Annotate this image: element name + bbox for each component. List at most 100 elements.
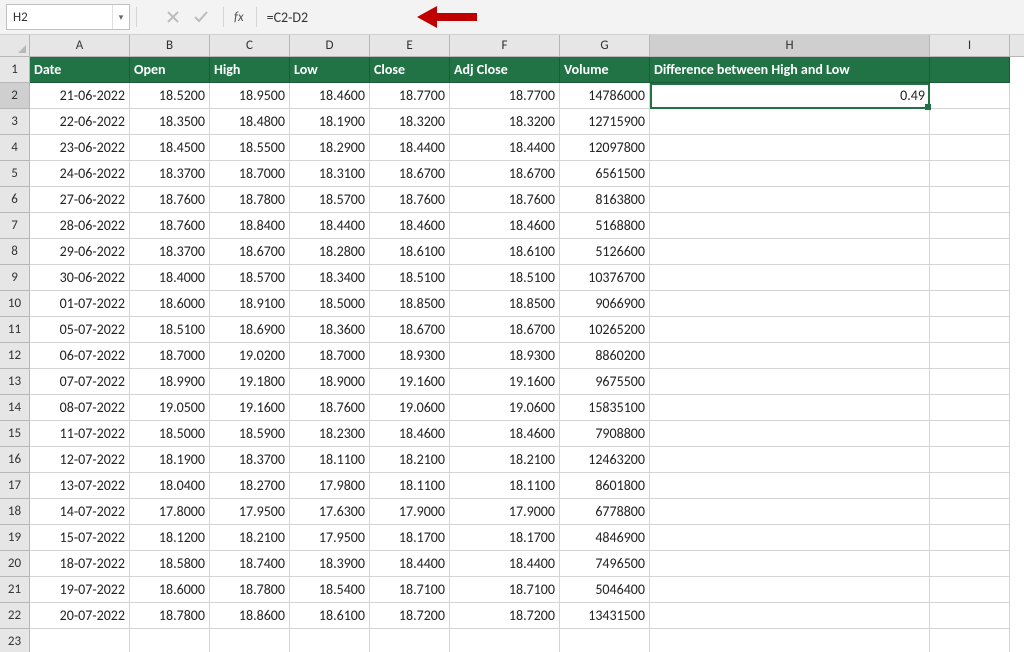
cell-I9[interactable] [930, 265, 1010, 291]
cell-G5[interactable]: 6561500 [560, 161, 650, 187]
name-box[interactable]: H2 ▾ [6, 4, 130, 30]
row-header-18[interactable]: 18 [0, 499, 29, 525]
cell-B13[interactable]: 18.9900 [130, 369, 210, 395]
cell-C7[interactable]: 18.8400 [210, 213, 290, 239]
cell-E3[interactable]: 18.3200 [370, 109, 450, 135]
cell-F22[interactable]: 18.7200 [450, 603, 560, 629]
cell-H12[interactable] [650, 343, 930, 369]
cell-A11[interactable]: 05-07-2022 [30, 317, 130, 343]
cell-B15[interactable]: 18.5000 [130, 421, 210, 447]
row-header-12[interactable]: 12 [0, 343, 29, 369]
cell-C15[interactable]: 18.5900 [210, 421, 290, 447]
cell-G21[interactable]: 5046400 [560, 577, 650, 603]
cell-H10[interactable] [650, 291, 930, 317]
cell-I16[interactable] [930, 447, 1010, 473]
cell-I23[interactable] [930, 629, 1010, 652]
cell-G6[interactable]: 8163800 [560, 187, 650, 213]
cell-D2[interactable]: 18.4600 [290, 83, 370, 109]
fx-label[interactable]: fx [234, 10, 244, 25]
row-header-2[interactable]: 2 [0, 83, 29, 109]
col-header-E[interactable]: E [370, 35, 450, 56]
cell-H14[interactable] [650, 395, 930, 421]
cell-H8[interactable] [650, 239, 930, 265]
cell-G7[interactable]: 5168800 [560, 213, 650, 239]
cell-A17[interactable]: 13-07-2022 [30, 473, 130, 499]
cell-B2[interactable]: 18.5200 [130, 83, 210, 109]
row-header-7[interactable]: 7 [0, 213, 29, 239]
cell-H7[interactable] [650, 213, 930, 239]
formula-input[interactable]: =C2-D2 [267, 9, 309, 26]
cell-G14[interactable]: 15835100 [560, 395, 650, 421]
cell-B3[interactable]: 18.3500 [130, 109, 210, 135]
cell-D13[interactable]: 18.9000 [290, 369, 370, 395]
cell-E4[interactable]: 18.4400 [370, 135, 450, 161]
row-header-11[interactable]: 11 [0, 317, 29, 343]
grid[interactable]: Date Open High Low Close Adj Close Volum… [30, 57, 1024, 652]
cell-B11[interactable]: 18.5100 [130, 317, 210, 343]
row-header-13[interactable]: 13 [0, 369, 29, 395]
cell-G8[interactable]: 5126600 [560, 239, 650, 265]
cell-G22[interactable]: 13431500 [560, 603, 650, 629]
cell-I7[interactable] [930, 213, 1010, 239]
col-header-F[interactable]: F [450, 35, 560, 56]
cell-E17[interactable]: 18.1100 [370, 473, 450, 499]
cell-C6[interactable]: 18.7800 [210, 187, 290, 213]
cell-C22[interactable]: 18.8600 [210, 603, 290, 629]
cell-C13[interactable]: 19.1800 [210, 369, 290, 395]
cell-A19[interactable]: 15-07-2022 [30, 525, 130, 551]
cell-A8[interactable]: 29-06-2022 [30, 239, 130, 265]
cancel-formula-icon[interactable] [161, 5, 185, 29]
cell-D12[interactable]: 18.7000 [290, 343, 370, 369]
cell-B22[interactable]: 18.7800 [130, 603, 210, 629]
cell-E18[interactable]: 17.9000 [370, 499, 450, 525]
col-header-H[interactable]: H [650, 35, 930, 56]
cell-G2[interactable]: 14786000 [560, 83, 650, 109]
cell-F20[interactable]: 18.4400 [450, 551, 560, 577]
cell-D11[interactable]: 18.3600 [290, 317, 370, 343]
cell-F7[interactable]: 18.4600 [450, 213, 560, 239]
cell-A6[interactable]: 27-06-2022 [30, 187, 130, 213]
cell-G18[interactable]: 6778800 [560, 499, 650, 525]
cell-F11[interactable]: 18.6700 [450, 317, 560, 343]
cell-F23[interactable] [450, 629, 560, 652]
cell-D9[interactable]: 18.3400 [290, 265, 370, 291]
cell-D21[interactable]: 18.5400 [290, 577, 370, 603]
cell-G23[interactable] [560, 629, 650, 652]
cell-A23[interactable] [30, 629, 130, 652]
row-header-1[interactable]: 1 [0, 57, 29, 83]
cell-I19[interactable] [930, 525, 1010, 551]
col-header-A[interactable]: A [30, 35, 130, 56]
cell-A4[interactable]: 23-06-2022 [30, 135, 130, 161]
cell-H18[interactable] [650, 499, 930, 525]
cell-C18[interactable]: 17.9500 [210, 499, 290, 525]
cell-H2[interactable]: 0.49 [650, 83, 930, 109]
cell-H3[interactable] [650, 109, 930, 135]
cell-H13[interactable] [650, 369, 930, 395]
cell-F12[interactable]: 18.9300 [450, 343, 560, 369]
cell-D14[interactable]: 18.7600 [290, 395, 370, 421]
cell-H9[interactable] [650, 265, 930, 291]
cell-F10[interactable]: 18.8500 [450, 291, 560, 317]
cell-D4[interactable]: 18.2900 [290, 135, 370, 161]
cell-H22[interactable] [650, 603, 930, 629]
cell-A10[interactable]: 01-07-2022 [30, 291, 130, 317]
cell-G12[interactable]: 8860200 [560, 343, 650, 369]
cell-H6[interactable] [650, 187, 930, 213]
cell-E13[interactable]: 19.1600 [370, 369, 450, 395]
col-header-C[interactable]: C [210, 35, 290, 56]
cell-A18[interactable]: 14-07-2022 [30, 499, 130, 525]
row-header-3[interactable]: 3 [0, 109, 29, 135]
cell-C23[interactable] [210, 629, 290, 652]
cell-B14[interactable]: 19.0500 [130, 395, 210, 421]
cell-D20[interactable]: 18.3900 [290, 551, 370, 577]
cell-A16[interactable]: 12-07-2022 [30, 447, 130, 473]
cell-E2[interactable]: 18.7700 [370, 83, 450, 109]
cell-I21[interactable] [930, 577, 1010, 603]
cell-E20[interactable]: 18.4400 [370, 551, 450, 577]
cell-B5[interactable]: 18.3700 [130, 161, 210, 187]
cell-H4[interactable] [650, 135, 930, 161]
cell-I17[interactable] [930, 473, 1010, 499]
cell-I2[interactable] [930, 83, 1010, 109]
row-header-21[interactable]: 21 [0, 577, 29, 603]
cell-A7[interactable]: 28-06-2022 [30, 213, 130, 239]
